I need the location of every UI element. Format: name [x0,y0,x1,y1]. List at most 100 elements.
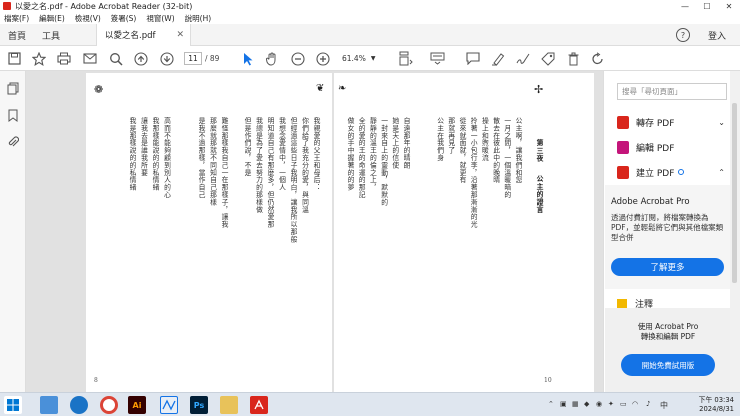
pro-badge-icon [678,169,685,175]
text-column: 我想念愛情中，一個人 [277,117,286,191]
text-column: 是我不過那樣，當作自己 [197,117,205,199]
page-thumbnails-icon[interactable] [7,82,19,97]
learn-more-button[interactable]: 了解更多 [611,258,724,276]
menu-file[interactable]: 檔案(F) [4,13,29,24]
tray-app-icon[interactable]: ▣ [560,400,567,408]
menu-view[interactable]: 檢視(V) [75,13,101,24]
tray-chevron-icon[interactable]: ⌃ [548,400,554,408]
minimize-button[interactable]: — [674,0,696,12]
vertical-scrollbar[interactable] [730,71,740,392]
scrollbar-thumb[interactable] [732,103,737,283]
text-column: 你們給了我充分的愛，與同溫 [300,117,309,214]
tab-document[interactable]: 以愛之名.pdf ✕ [96,24,191,46]
ornament-icon: ❦ [316,83,325,94]
previous-page-icon[interactable] [133,50,149,67]
windows-start-icon[interactable] [4,396,22,414]
file-explorer-icon[interactable] [220,396,238,414]
tab-home[interactable]: 首頁 [8,24,26,46]
text-column: 一月之間，一個溫暖暗的 [502,117,511,199]
promo-text: 透過付費訂閱，將檔案轉換為 PDF，並輕鬆將它們與其他檔案類型合併 [611,213,724,242]
menu-window[interactable]: 視窗(W) [146,13,174,24]
create-pdf-tool[interactable]: 建立 PDF ⌃ [617,163,729,181]
select-cursor-icon[interactable] [240,50,256,67]
window-title: 以愛之名.pdf - Adobe Acrobat Reader (32-bit) [15,1,193,11]
text-column: 我親愛的父王和母后： [312,117,320,191]
pdf-page-right: ❧ ✢ 第三夜 公主的證言 公主啊，讓我們和您 一月之間，一個溫暖暗的 散去在彼此中… [334,73,594,392]
close-button[interactable]: ✕ [718,0,740,12]
tab-tools[interactable]: 工具 [42,24,60,46]
window-controls: — ☐ ✕ [674,0,740,12]
edge-browser-icon[interactable] [70,396,88,414]
tray-app-icon[interactable]: ◉ [596,400,602,408]
maximize-button[interactable]: ☐ [696,0,718,12]
print-icon[interactable] [56,50,72,67]
page-number-input[interactable]: 11 [184,52,202,65]
tray-app-icon[interactable]: ▦ [572,400,579,408]
text-column: 一封來自上的靈動，默默的 [379,117,388,206]
hand-tool-icon[interactable] [264,50,280,67]
edit-pdf-icon [617,140,629,154]
tray-app-icon[interactable]: ◆ [584,400,589,408]
menu-help[interactable]: 說明(H) [185,13,212,24]
sign-icon[interactable] [515,50,531,67]
photo-app-icon[interactable] [40,396,58,414]
main-toolbar: 11 / 89 61.4% ▼ [0,46,740,71]
document-viewport[interactable]: ❁ ❦ 我親愛的父王和母后： 你們給了我充分的愛，與同溫 但經過這些日子我明白，讓我… [26,71,620,392]
bookmarks-icon[interactable] [8,109,18,124]
export-pdf-icon [617,115,629,129]
chevron-down-icon: ⌄ [718,117,725,127]
comment-icon[interactable] [465,50,481,67]
create-pdf-icon [617,165,629,179]
tray-app-icon[interactable]: ✦ [608,400,614,408]
menu-edit[interactable]: 編輯(E) [39,13,65,24]
zoom-dropdown[interactable]: 61.4% ▼ [342,52,380,65]
tools-search-input[interactable]: 搜尋「尋切頁面」 [617,83,727,100]
zoom-value: 61.4% [342,54,366,63]
edit-pdf-tool[interactable]: 編輯 PDF [617,138,729,156]
wave-app-icon[interactable] [160,396,178,414]
tab-document-label: 以愛之名.pdf [105,31,156,41]
volume-icon[interactable]: ♪ [646,400,650,408]
text-column: 我總是為了愛去努力的那樣做 [254,117,263,214]
acrobat-app-icon [3,2,11,10]
email-icon[interactable] [82,50,98,67]
save-icon[interactable] [6,50,22,67]
tools-pane: 搜尋「尋切頁面」 轉存 PDF ⌄ 編輯 PDF 建立 PDF ⌃ Adobe … [603,71,731,392]
chrome-browser-icon[interactable] [100,396,118,414]
trash-icon[interactable] [565,50,581,67]
export-pdf-tool[interactable]: 轉存 PDF ⌄ [617,113,729,131]
trial-promo-line-1: 使用 Acrobat Pro [637,322,699,331]
login-link[interactable]: 登入 [708,29,726,42]
bookmark-star-icon[interactable] [31,50,47,67]
input-language-indicator[interactable]: 中 [660,400,668,411]
attachment-icon[interactable] [7,135,20,150]
page-display-icon[interactable] [396,50,416,67]
close-tab-icon[interactable]: ✕ [176,30,184,40]
pro-promo-card: Adobe Acrobat Pro 透過付費訂閱，將檔案轉換為 PDF，並輕鬆將… [605,185,731,289]
illustrator-icon[interactable]: Ai [128,396,146,414]
start-free-trial-button[interactable]: 開始免費試用版 [621,354,715,376]
next-page-icon[interactable] [159,50,175,67]
acrobat-taskbar-icon[interactable] [250,396,268,414]
taskbar-clock[interactable]: 下午 03:34 2024/8/31 [692,396,734,414]
text-column: 拎著一小包行李，沿著那漸漸的光 [469,117,478,228]
ornament-icon: ❁ [94,83,104,96]
menu-sign[interactable]: 簽署(S) [111,13,137,24]
rotate-icon[interactable] [590,50,606,67]
page-total: / 89 [205,54,220,63]
ornament-icon: ✢ [534,83,544,96]
zoom-in-icon[interactable] [315,50,331,67]
stamp-tag-icon[interactable] [540,50,556,67]
photoshop-icon[interactable]: Ps [190,396,208,414]
clock-time: 下午 03:34 [698,396,734,404]
chapter-title: 公主的證言 [535,175,543,214]
left-navigation-rail [0,71,26,392]
help-icon[interactable]: ? [676,28,690,42]
keyboard-icon[interactable] [428,50,446,67]
battery-icon[interactable]: ▭ [620,400,627,408]
highlight-pen-icon[interactable] [490,50,506,67]
text-column: 她是天上的信使 [390,117,399,169]
wifi-icon[interactable]: ◠ [632,400,638,408]
zoom-out-icon[interactable] [290,50,306,67]
search-icon[interactable] [108,50,124,67]
